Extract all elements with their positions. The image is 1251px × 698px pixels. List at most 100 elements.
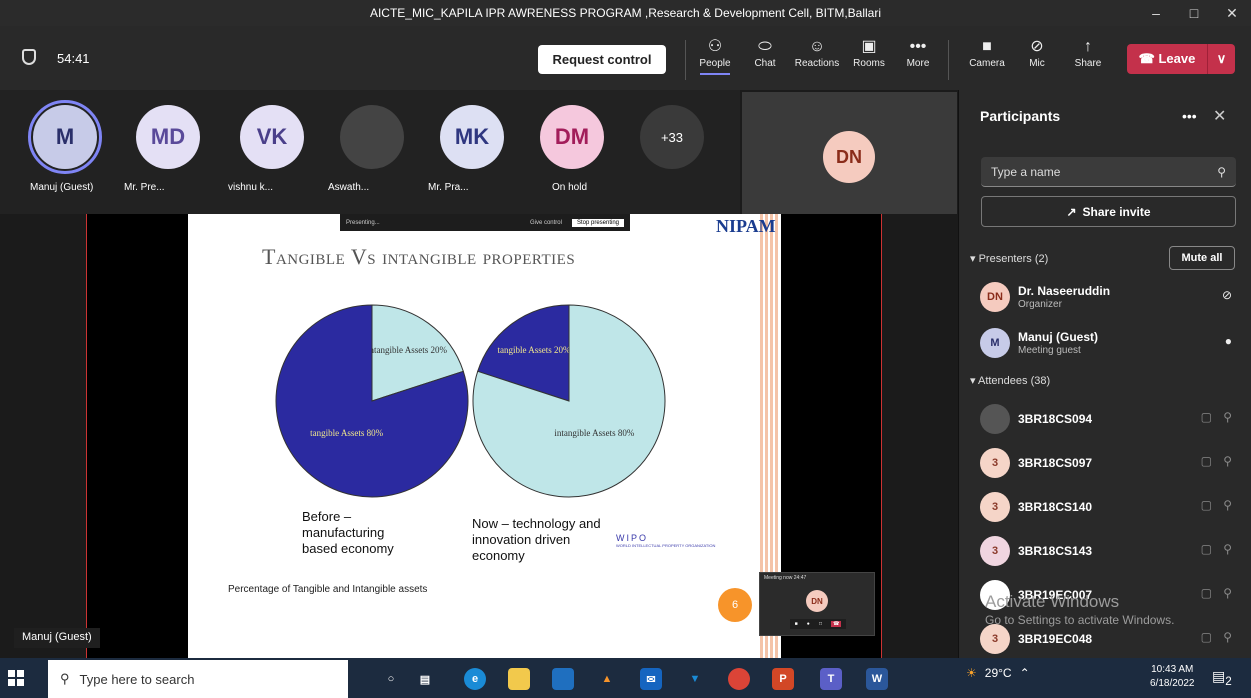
avatar: DN bbox=[806, 590, 828, 612]
mic-off-icon: ⚲ bbox=[1223, 542, 1232, 556]
attendees-section[interactable]: ▾ Attendees (38) bbox=[970, 374, 1050, 387]
participant-row[interactable]: DN Dr. Naseeruddin Organizer ⊘ bbox=[980, 282, 1238, 316]
more-options-button[interactable]: ••• bbox=[1182, 108, 1197, 124]
people-icon: ⚇ bbox=[707, 38, 723, 55]
now-caption: Now – technology and innovation driven e… bbox=[472, 516, 601, 563]
activation-watermark: Activate Windows bbox=[985, 592, 1120, 611]
avatar[interactable]: MD bbox=[136, 105, 200, 169]
participant-row[interactable]: 3BR18CS094 ▢ ⚲ bbox=[980, 404, 1238, 438]
leave-chevron-icon[interactable]: ∨ bbox=[1207, 44, 1235, 74]
close-panel-button[interactable]: ✕ bbox=[1213, 106, 1226, 126]
participant-row[interactable]: 3 3BR19EC048 ▢ ⚲ bbox=[980, 624, 1238, 658]
toolbar-divider bbox=[948, 40, 949, 80]
edge-icon[interactable]: e bbox=[464, 668, 486, 690]
camera-off-icon: ▢ bbox=[1200, 586, 1212, 600]
share-icon[interactable]: □ bbox=[819, 621, 822, 627]
participant-row[interactable]: 3 3BR18CS143 ▢ ⚲ bbox=[980, 536, 1238, 570]
share-invite-button[interactable]: ↗ Share invite bbox=[981, 196, 1236, 227]
mic-off-icon: ⚲ bbox=[1223, 498, 1232, 512]
reactions-button[interactable]: ☺ Reactions bbox=[792, 36, 842, 69]
weather-icon: ☀ bbox=[966, 666, 977, 680]
participant-row[interactable]: M Manuj (Guest) Meeting guest ● bbox=[980, 328, 1238, 362]
avatar: M bbox=[980, 328, 1010, 358]
slide-title: Tangible Vs intangible properties bbox=[262, 244, 576, 269]
give-control-button[interactable]: Give control bbox=[530, 220, 562, 226]
avatar[interactable]: MK bbox=[440, 105, 504, 169]
panel-title: Participants bbox=[980, 108, 1061, 124]
camera-icon[interactable]: ■ bbox=[795, 621, 798, 627]
avatar: 3 bbox=[980, 536, 1010, 566]
mic-icon[interactable]: ● bbox=[807, 621, 810, 627]
avatar bbox=[980, 404, 1010, 434]
participant-name: Manuj (Guest) bbox=[30, 182, 94, 193]
mic-off-icon: ⚲ bbox=[1223, 454, 1232, 468]
powerpoint-icon[interactable]: P bbox=[772, 668, 794, 690]
avatar: 3 bbox=[980, 624, 1010, 654]
chrome-icon[interactable] bbox=[728, 668, 750, 690]
taskbar-search[interactable]: ⚲ Type here to search bbox=[48, 660, 348, 698]
avatar[interactable]: M bbox=[28, 100, 102, 174]
mute-all-button[interactable]: Mute all bbox=[1169, 246, 1235, 270]
participant-row[interactable]: 3 3BR18CS097 ▢ ⚲ bbox=[980, 448, 1238, 482]
camera-off-icon: ■ bbox=[982, 38, 992, 55]
chat-icon: ⬭ bbox=[758, 38, 772, 55]
before-caption: Before – manufacturing based economy bbox=[302, 509, 394, 556]
participant-name: 3BR19EC048 bbox=[1018, 632, 1093, 646]
search-input[interactable]: Type a name ⚲ bbox=[981, 157, 1236, 187]
participant-name: 3BR18CS094 bbox=[1018, 412, 1093, 426]
maximize-button[interactable]: □ bbox=[1175, 0, 1213, 26]
app-icon[interactable]: ▼ bbox=[684, 668, 706, 690]
chat-button[interactable]: ⬭ Chat bbox=[740, 36, 790, 69]
leave-icon[interactable]: ☎ bbox=[831, 621, 842, 627]
participant-name: Aswath... bbox=[328, 182, 370, 193]
avatar: 3 bbox=[980, 492, 1010, 522]
mini-meeting-window[interactable]: Meeting now 24:47 DN ■ ● □ ☎ bbox=[759, 572, 875, 636]
system-tray[interactable]: ☀ 29°C ⌃ bbox=[966, 666, 1030, 680]
mail-icon[interactable]: ✉ bbox=[640, 668, 662, 690]
store-icon[interactable] bbox=[552, 668, 574, 690]
share-button[interactable]: ↑ Share bbox=[1063, 36, 1113, 69]
phone-icon: ☎ bbox=[1138, 51, 1155, 66]
wipo-logo: WIPO WORLD INTELLECTUAL PROPERTY ORGANIZA… bbox=[616, 533, 716, 548]
nipam-logo: NIPAM bbox=[716, 216, 776, 236]
participant-name: On hold bbox=[552, 182, 588, 193]
avatar[interactable] bbox=[340, 105, 404, 169]
participant-role: Organizer bbox=[1018, 299, 1062, 310]
window-controls: – □ ✕ bbox=[1137, 0, 1251, 26]
camera-button[interactable]: ■ Camera bbox=[962, 36, 1012, 69]
rooms-button[interactable]: ▣ Rooms bbox=[844, 36, 894, 69]
avatar[interactable]: DM bbox=[540, 105, 604, 169]
more-button[interactable]: ••• More bbox=[893, 36, 943, 69]
windows-start-icon[interactable] bbox=[8, 670, 24, 686]
close-window-button[interactable]: ✕ bbox=[1213, 0, 1251, 26]
camera-off-icon: ▢ bbox=[1200, 542, 1212, 556]
participant-name: vishnu k... bbox=[228, 182, 274, 193]
cortana-icon[interactable]: ○ bbox=[380, 668, 402, 690]
teams-icon[interactable]: T bbox=[820, 668, 842, 690]
request-control-button[interactable]: Request control bbox=[538, 45, 666, 74]
file-explorer-icon[interactable] bbox=[508, 668, 530, 690]
avatar[interactable]: VK bbox=[240, 105, 304, 169]
word-icon[interactable]: W bbox=[866, 668, 888, 690]
clock[interactable]: 10:43 AM 6/18/2022 bbox=[1150, 663, 1195, 691]
mini-title: Meeting now bbox=[764, 575, 793, 581]
page-number: 6 bbox=[718, 588, 752, 622]
minimize-button[interactable]: – bbox=[1137, 0, 1175, 26]
title-bar: AICTE_MIC_KAPILA IPR AWRENESS PROGRAM ,R… bbox=[0, 0, 1251, 26]
avatar: 3 bbox=[980, 448, 1010, 478]
leave-button[interactable]: ☎ Leave ∨ bbox=[1127, 44, 1235, 74]
people-button[interactable]: ⚇ People bbox=[690, 36, 740, 75]
task-view-icon[interactable]: ▤ bbox=[414, 668, 436, 690]
stop-presenting-button[interactable]: Stop presenting bbox=[571, 218, 624, 227]
avatar[interactable]: +33 bbox=[640, 105, 704, 169]
app-icon[interactable]: ▲ bbox=[596, 668, 618, 690]
mic-button[interactable]: ⊘ Mic bbox=[1012, 36, 1062, 69]
presenters-section[interactable]: ▾ Presenters (2) bbox=[970, 252, 1048, 265]
mic-icon: ⊘ bbox=[1221, 288, 1232, 302]
chevron-up-icon[interactable]: ⌃ bbox=[1020, 666, 1030, 680]
presenting-bar: Presenting... Give control Stop presenti… bbox=[340, 214, 630, 231]
camera-off-icon: ▢ bbox=[1200, 498, 1212, 512]
mini-controls: ■ ● □ ☎ bbox=[790, 619, 846, 629]
participant-row[interactable]: 3 3BR18CS140 ▢ ⚲ bbox=[980, 492, 1238, 526]
notification-icon[interactable]: ▤2 bbox=[1212, 668, 1232, 688]
